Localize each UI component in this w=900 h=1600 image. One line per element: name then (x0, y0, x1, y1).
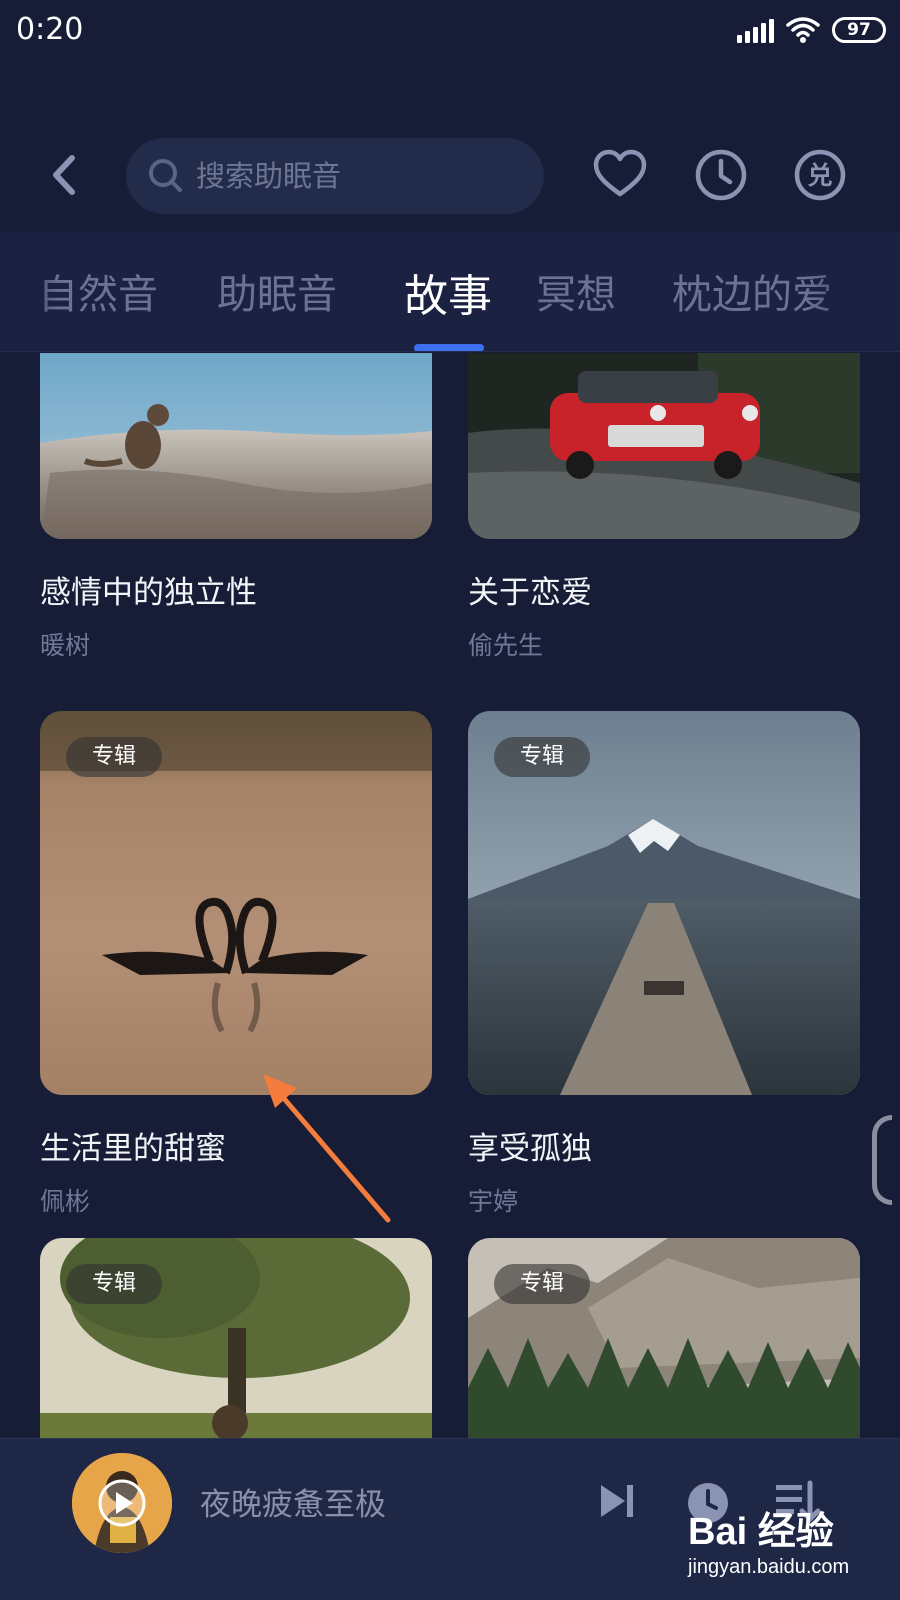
wifi-icon (786, 17, 820, 43)
active-tab-indicator (414, 344, 484, 351)
card-thumbnail: 专辑 (468, 1238, 860, 1438)
watermark: Bai 经验 jingyan.baidu.com (688, 1500, 888, 1590)
tab-stories[interactable]: 故事 (404, 260, 492, 324)
card-title: 享受孤独 (468, 1131, 592, 1167)
card-title: 关于恋爱 (468, 575, 592, 611)
story-card[interactable]: 专辑 享受孤独 宇婷 (468, 711, 860, 1218)
album-badge: 专辑 (66, 1264, 163, 1304)
tab-sleep-sounds[interactable]: 助眠音 (217, 262, 337, 320)
tab-meditation[interactable]: 冥想 (536, 262, 616, 320)
skip-next-icon[interactable] (597, 1481, 637, 1521)
album-badge: 专辑 (494, 1264, 591, 1304)
search-input[interactable] (196, 138, 526, 214)
heart-icon[interactable] (591, 146, 649, 204)
battery-level: 97 (847, 20, 871, 40)
redeem-icon[interactable]: 兑 (791, 146, 849, 204)
album-badge: 专辑 (494, 737, 591, 777)
card-title: 感情中的独立性 (40, 575, 257, 611)
watermark-url: jingyan.baidu.com (688, 1556, 850, 1578)
svg-text:兑: 兑 (807, 161, 832, 190)
card-thumbnail: 专辑 (40, 1238, 432, 1438)
track-cover[interactable] (72, 1453, 172, 1553)
album-badge: 专辑 (66, 737, 163, 777)
status-bar: 0:20 97 (0, 0, 900, 64)
story-card[interactable]: 感情中的独立性 暖树 (40, 353, 432, 662)
signal-icon (737, 17, 774, 43)
tab-bedside-love[interactable]: 枕边的爱 (672, 262, 832, 320)
back-arrow-icon[interactable] (44, 150, 84, 200)
watermark-logo: Bai 经验 (688, 1511, 834, 1553)
category-tabs: 自然音 助眠音 故事 冥想 枕边的爱 (0, 232, 900, 352)
status-icons: 97 (737, 16, 886, 44)
clock-icon[interactable] (692, 146, 750, 204)
battery-indicator: 97 (832, 17, 886, 43)
tabs-fade-right (810, 232, 900, 351)
annotation-arrow (263, 1074, 391, 1223)
track-title[interactable]: 夜晚疲惫至极 (200, 1479, 386, 1524)
card-thumbnail: 专辑 (468, 711, 860, 1095)
card-author: 偷先生 (468, 631, 544, 660)
search-box[interactable] (126, 138, 544, 214)
app-screen: 0:20 97 搜索助眠音 兑 自然音 助眠音 故事 冥想 枕边的爱 感情中的独… (0, 0, 900, 1600)
side-drawer-handle[interactable] (872, 1115, 892, 1205)
top-header: 兑 (0, 132, 900, 222)
status-time: 0:20 (16, 12, 84, 47)
story-card[interactable]: 专辑 (40, 1238, 432, 1438)
card-author: 宇婷 (468, 1187, 519, 1216)
tabs-fade-left (0, 232, 60, 351)
story-grid: 感情中的独立性 暖树 关于恋爱 偷先生 专辑 生活里的甜蜜 佩彬 专辑 享受孤独… (0, 353, 900, 1438)
play-icon[interactable] (97, 1478, 147, 1528)
story-card[interactable]: 专辑 (468, 1238, 860, 1438)
card-thumbnail: 专辑 (40, 711, 432, 1095)
story-card[interactable]: 关于恋爱 偷先生 (468, 353, 860, 662)
card-author: 暖树 (40, 631, 91, 660)
search-icon (149, 159, 182, 192)
card-thumbnail (468, 353, 860, 539)
card-thumbnail (40, 353, 432, 539)
